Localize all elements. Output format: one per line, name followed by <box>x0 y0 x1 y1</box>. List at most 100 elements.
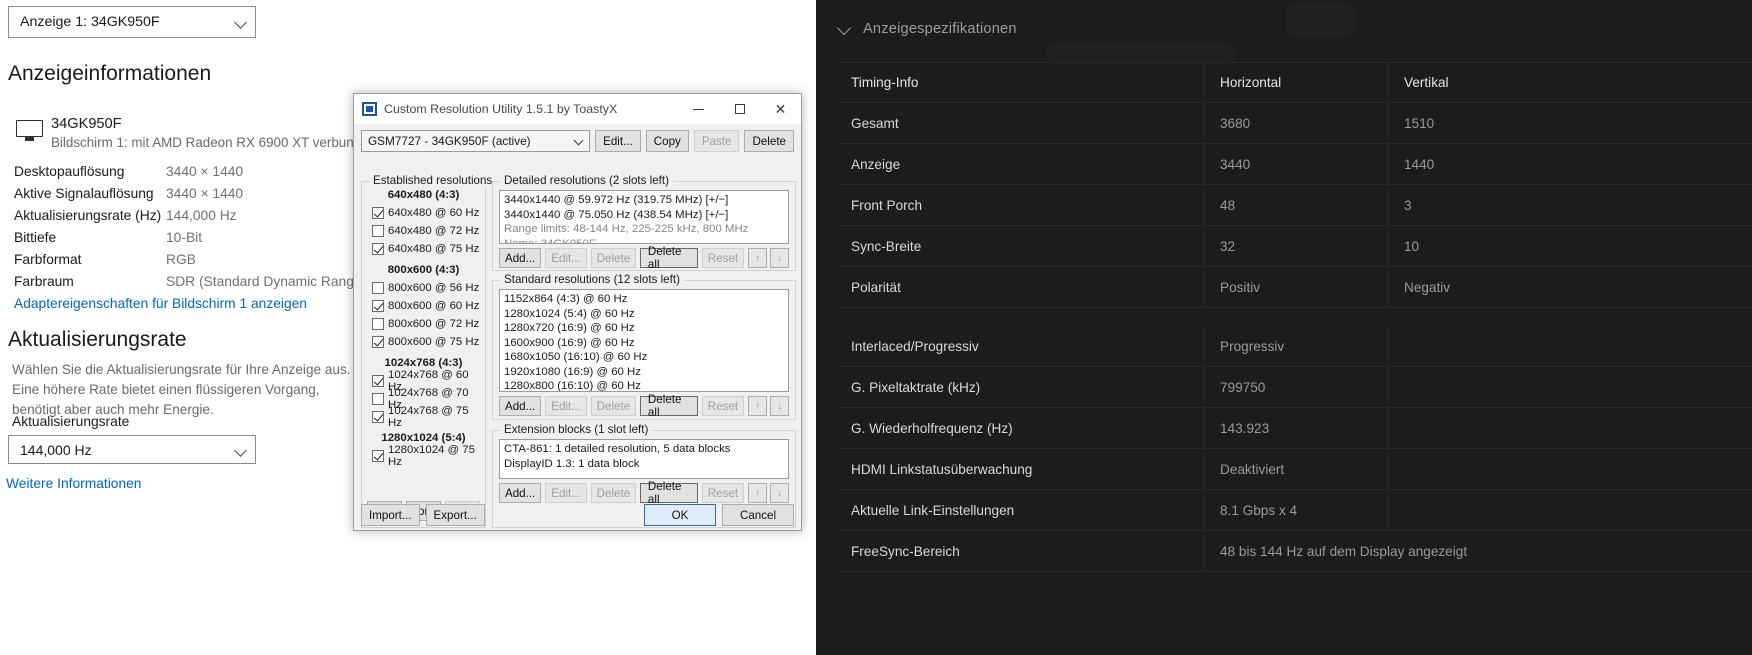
standard-buttons: Add... Edit... Delete Delete all Reset ↑… <box>499 393 790 419</box>
list-item[interactable]: DisplayID 1.3: 1 data block <box>504 457 784 472</box>
checkbox[interactable] <box>372 282 384 294</box>
list-item[interactable]: 1024x768 @ 75 Hz <box>363 405 484 429</box>
list-item[interactable]: 1600x900 (16:9) @ 60 Hz <box>504 336 784 351</box>
edit-button: Edit... <box>545 396 587 416</box>
list-item[interactable]: 1280x1024 @ 75 Hz <box>363 444 484 468</box>
copy-button[interactable]: Copy <box>645 130 689 152</box>
chevron-down-icon <box>837 21 853 37</box>
table-row: FreeSync-Bereich 48 bis 144 Hz auf dem D… <box>837 530 1752 572</box>
export-button[interactable]: Export... <box>425 504 485 526</box>
list-item[interactable]: 1152x864 (4:3) @ 60 Hz <box>504 292 784 307</box>
info-key: Farbformat <box>14 252 82 267</box>
standard-resolutions-list[interactable]: 1152x864 (4:3) @ 60 Hz 1280x1024 (5:4) @… <box>499 289 789 392</box>
move-down-button[interactable]: ↓ <box>770 248 790 268</box>
row-value-empty <box>1387 407 1752 449</box>
move-up-button[interactable]: ↑ <box>748 248 768 268</box>
refresh-rate-dropdown[interactable]: 144,000 Hz <box>8 435 256 464</box>
cancel-button[interactable]: Cancel <box>722 504 794 526</box>
info-value: 3440 × 1440 <box>166 164 244 179</box>
move-up-button[interactable]: ↑ <box>748 396 768 416</box>
adapter-properties-link[interactable]: Adaptereigenschaften für Bildschirm 1 an… <box>14 296 307 311</box>
more-info-link[interactable]: Weitere Informationen <box>6 476 141 491</box>
cru-title-bar[interactable]: Custom Resolution Utility 1.5.1 by Toast… <box>354 94 801 124</box>
import-button[interactable]: Import... <box>361 504 420 526</box>
row-value-empty <box>1387 366 1752 408</box>
checkbox[interactable] <box>372 336 384 348</box>
checkbox[interactable] <box>372 300 384 312</box>
detailed-resolutions-list[interactable]: 3440x1440 @ 59.972 Hz (319.75 MHz) [+/−]… <box>499 190 789 244</box>
display-specs-table: Timing-Info Horizontal Vertikal Gesamt 3… <box>837 62 1752 572</box>
display-selector-dropdown[interactable]: Anzeige 1: 34GK950F <box>8 6 256 38</box>
row-vertical: 1440 <box>1387 143 1752 185</box>
list-item[interactable]: 800x600 @ 75 Hz <box>363 333 484 351</box>
list-item[interactable]: 1920x1080 (16:9) @ 60 Hz <box>504 365 784 380</box>
app-icon <box>362 102 377 116</box>
table-row: Sync-Breite 32 10 <box>837 225 1752 267</box>
edit-button: Edit... <box>545 483 587 503</box>
info-value: 144,000 Hz <box>166 208 237 223</box>
checkbox[interactable] <box>372 375 384 387</box>
move-down-button[interactable]: ↓ <box>770 396 790 416</box>
standard-resolutions-group: Standard resolutions (12 slots left) 115… <box>492 273 796 420</box>
edid-display-combo[interactable]: GSM7727 - 34GK950F (active) <box>361 130 591 152</box>
detailed-buttons: Add... Edit... Delete Delete all Reset ↑… <box>499 245 790 271</box>
list-item-label: 1280x1024 @ 75 Hz <box>388 444 475 468</box>
display-specs-header[interactable]: Anzeigespezifikationen <box>837 16 1017 42</box>
row-label: G. Pixeltaktrate (kHz) <box>851 379 981 395</box>
list-item[interactable]: 800x600 @ 72 Hz <box>363 315 484 333</box>
row-value: Deaktiviert <box>1203 448 1387 490</box>
checkbox[interactable] <box>372 318 384 330</box>
list-item[interactable]: 800x600 @ 60 Hz <box>363 297 484 315</box>
list-item[interactable]: 1280x720 (16:9) @ 60 Hz <box>504 321 784 336</box>
checkbox[interactable] <box>372 393 384 405</box>
row-horizontal: 3440 <box>1203 143 1387 185</box>
refresh-rate-description: Wählen Sie die Aktualisierungsrate für I… <box>12 362 351 417</box>
list-item[interactable]: 1280x1024 (5:4) @ 60 Hz <box>504 307 784 322</box>
table-row: HDMI Linkstatusüberwachung Deaktiviert <box>837 448 1752 490</box>
checkbox[interactable] <box>372 411 384 423</box>
checkbox[interactable] <box>372 450 384 462</box>
list-item[interactable]: 640x480 @ 72 Hz <box>363 222 484 240</box>
list-item[interactable]: 3440x1440 @ 75.050 Hz (438.54 MHz) [+/−] <box>504 208 784 223</box>
reset-button: Reset <box>701 483 745 503</box>
edit-button[interactable]: Edit... <box>595 130 641 152</box>
list-item[interactable]: 800x600 @ 56 Hz <box>363 279 484 297</box>
extension-buttons: Add... Edit... Delete Delete all Reset ↑… <box>499 480 790 506</box>
monitor-connection-text: Bildschirm 1: mit AMD Radeon RX 6900 XT … <box>51 135 377 150</box>
info-row: Farbraum SDR (Standard Dynamic Range) <box>14 274 366 289</box>
list-item[interactable]: CTA-861: 1 detailed resolution, 5 data b… <box>504 442 784 457</box>
list-item[interactable]: Range limits: 48-144 Hz, 225-225 kHz, 80… <box>504 222 784 237</box>
established-resolutions-list[interactable]: 640x480 (4:3) 640x480 @ 60 Hz 640x480 @ … <box>363 187 484 493</box>
add-button[interactable]: Add... <box>499 483 542 503</box>
delete-all-button[interactable]: Delete all <box>639 480 698 506</box>
checkbox[interactable] <box>372 207 384 219</box>
list-item[interactable]: 3440x1440 @ 59.972 Hz (319.75 MHz) [+/−] <box>504 193 784 208</box>
page-title: Anzeigeinformationen <box>8 62 212 85</box>
background-artifact <box>1046 42 1236 64</box>
list-item[interactable]: 1680x1050 (16:10) @ 60 Hz <box>504 350 784 365</box>
ok-button[interactable]: OK <box>644 504 716 526</box>
list-item[interactable]: Name: 34GK950F <box>504 237 784 244</box>
list-item[interactable]: 640x480 @ 75 Hz <box>363 240 484 258</box>
list-item[interactable]: 640x480 @ 60 Hz <box>363 204 484 222</box>
maximize-button[interactable] <box>719 94 760 124</box>
close-button[interactable]: ✕ <box>760 94 801 124</box>
delete-button[interactable]: Delete <box>744 130 794 152</box>
group-header: 1024x768 (4:3) <box>384 357 463 369</box>
row-label: Interlaced/Progressiv <box>851 338 979 354</box>
add-button[interactable]: Add... <box>499 396 542 416</box>
list-item-label: 640x480 @ 72 Hz <box>388 225 480 237</box>
move-up-button[interactable]: ↑ <box>748 483 768 503</box>
display-specs-title: Anzeigespezifikationen <box>863 21 1017 37</box>
info-row: Aktive Signalauflösung 3440 × 1440 <box>14 186 243 201</box>
minimize-button[interactable] <box>678 94 719 124</box>
checkbox[interactable] <box>372 243 384 255</box>
info-key: Aktualisierungsrate (Hz) <box>14 208 162 223</box>
checkbox[interactable] <box>372 225 384 237</box>
delete-all-button[interactable]: Delete all <box>639 393 698 419</box>
list-item[interactable]: 1280x800 (16:10) @ 60 Hz <box>504 379 784 391</box>
delete-all-button[interactable]: Delete all <box>639 245 698 271</box>
move-down-button[interactable]: ↓ <box>770 483 790 503</box>
extension-blocks-list[interactable]: CTA-861: 1 detailed resolution, 5 data b… <box>499 439 789 479</box>
add-button[interactable]: Add... <box>499 248 542 268</box>
